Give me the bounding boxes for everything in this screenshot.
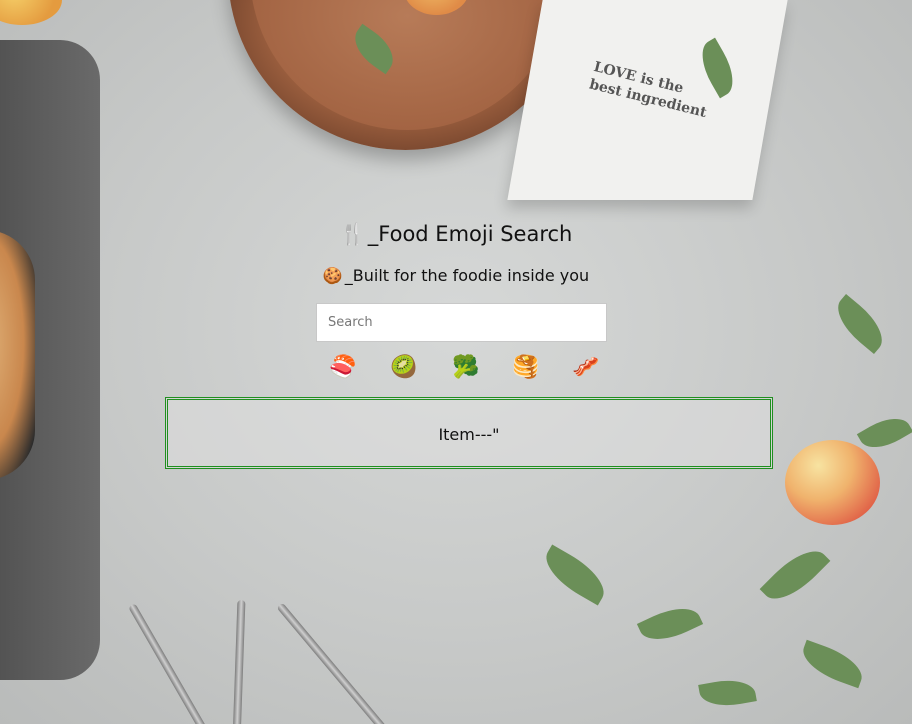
page-subtitle-text: _Built for the foodie inside you [344,266,590,285]
leaf [797,639,868,689]
leaf [828,293,892,355]
result-item[interactable]: Item---" [168,425,770,444]
quick-emoji-row: 🍣 🥝 🥦 🥞 🥓 [0,352,912,384]
results-panel: Item---" [165,397,773,469]
fork-and-knife-icon: 🍴 [339,222,366,246]
search-input[interactable] [316,303,607,342]
leaf [698,675,757,711]
apple [785,440,880,525]
leaf [759,539,831,611]
fork [232,599,246,724]
cookie-icon: 🍪 [322,266,343,285]
sushi-icon[interactable]: 🍣 [327,352,359,384]
bacon-icon[interactable]: 🥓 [570,352,602,384]
fork [276,602,392,724]
leaf [636,598,704,650]
broccoli-icon[interactable]: 🥦 [450,352,482,384]
kiwi-icon[interactable]: 🥝 [388,352,420,384]
leaf [537,544,613,606]
page-subtitle: 🍪 _Built for the foodie inside you [0,266,912,285]
leaf [856,409,912,457]
page-title-text: _Food Emoji Search [367,222,573,246]
page-title: 🍴_Food Emoji Search [0,222,912,247]
apple-top-left [0,0,62,25]
fork [128,603,210,724]
pancakes-icon[interactable]: 🥞 [510,352,542,384]
